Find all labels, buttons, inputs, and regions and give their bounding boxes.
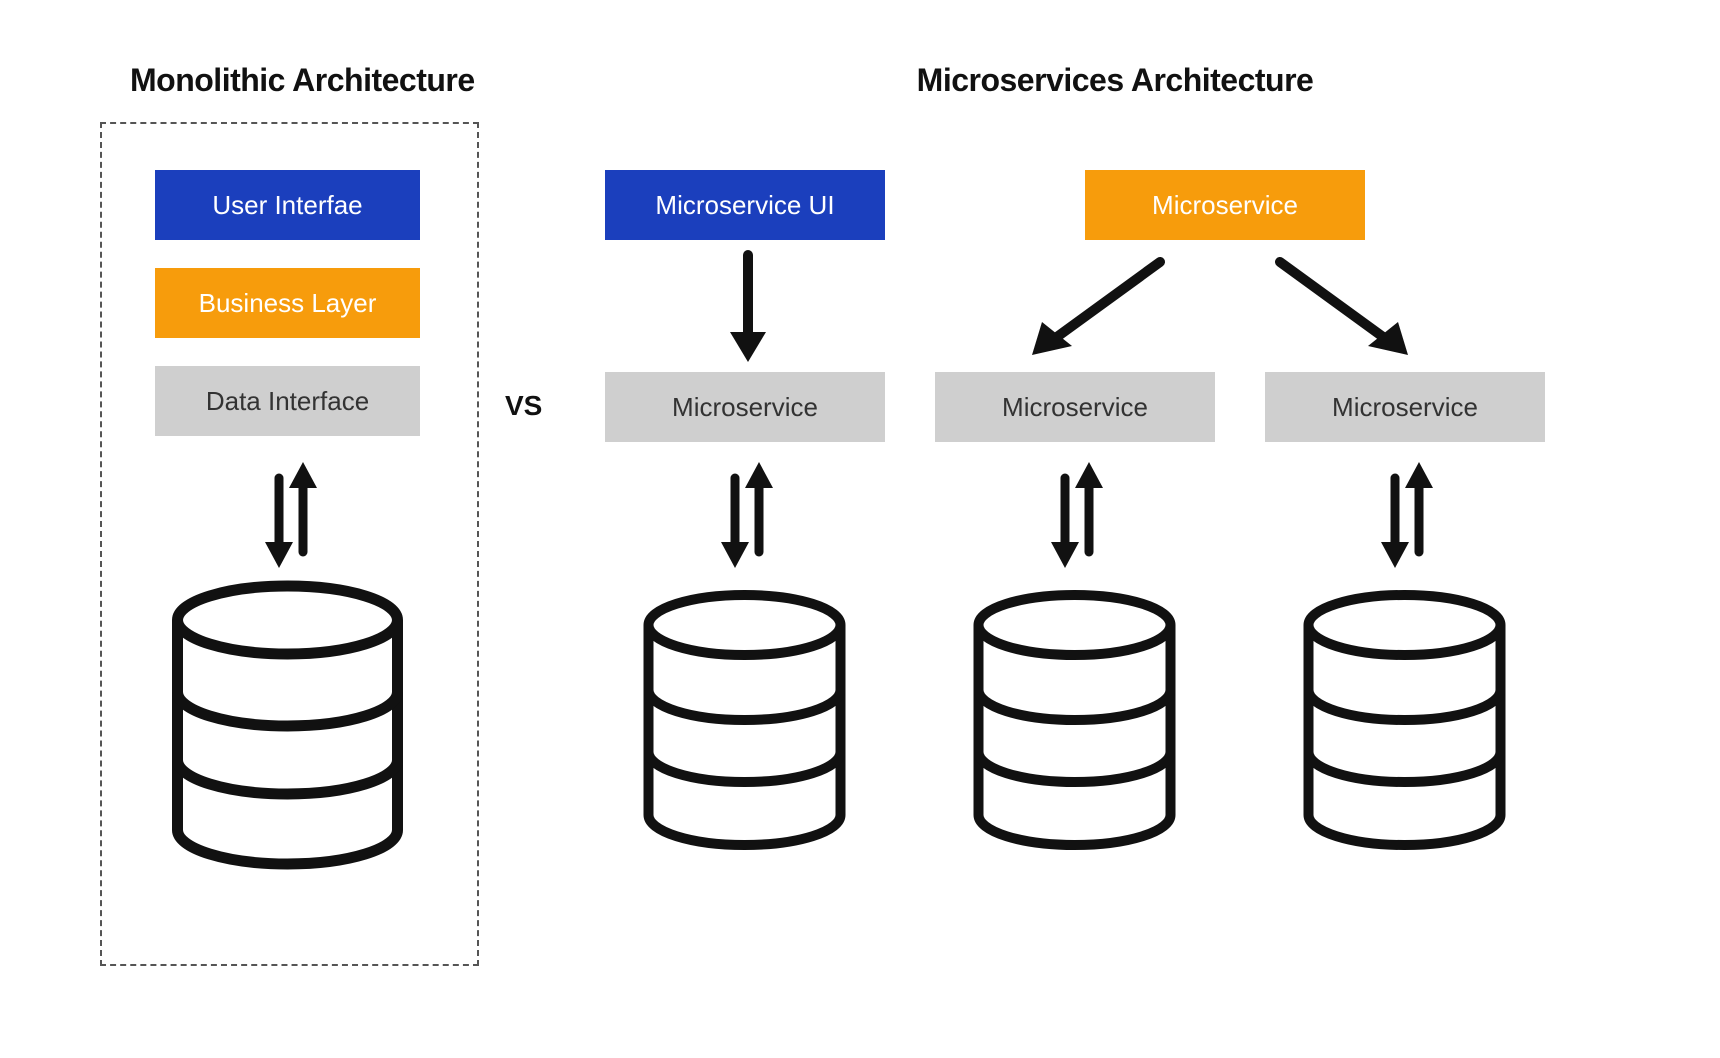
microservices-title: Microservices Architecture xyxy=(815,62,1415,99)
microservice-top-block: Microservice xyxy=(1085,170,1365,240)
database-icon xyxy=(637,590,852,850)
bidirectional-arrow-icon xyxy=(1037,460,1117,570)
arrow-down-left-icon xyxy=(1010,250,1180,370)
database-icon xyxy=(967,590,1182,850)
microservice-ui-block: Microservice UI xyxy=(605,170,885,240)
bidirectional-arrow-icon xyxy=(707,460,787,570)
vs-label: VS xyxy=(505,390,542,422)
arrow-down-right-icon xyxy=(1260,250,1430,370)
microservice-block-1: Microservice xyxy=(605,372,885,442)
arrow-down-icon xyxy=(718,250,778,365)
database-icon xyxy=(165,580,410,870)
monolith-business-layer: Business Layer xyxy=(155,268,420,338)
microservice-block-2: Microservice xyxy=(935,372,1215,442)
microservice-block-3: Microservice xyxy=(1265,372,1545,442)
monolith-ui-layer: User Interfae xyxy=(155,170,420,240)
monolith-title: Monolithic Architecture xyxy=(130,62,475,99)
monolith-data-layer: Data Interface xyxy=(155,366,420,436)
bidirectional-arrow-icon xyxy=(251,460,331,570)
bidirectional-arrow-icon xyxy=(1367,460,1447,570)
diagram-canvas: Monolithic Architecture Microservices Ar… xyxy=(0,0,1720,1058)
database-icon xyxy=(1297,590,1512,850)
